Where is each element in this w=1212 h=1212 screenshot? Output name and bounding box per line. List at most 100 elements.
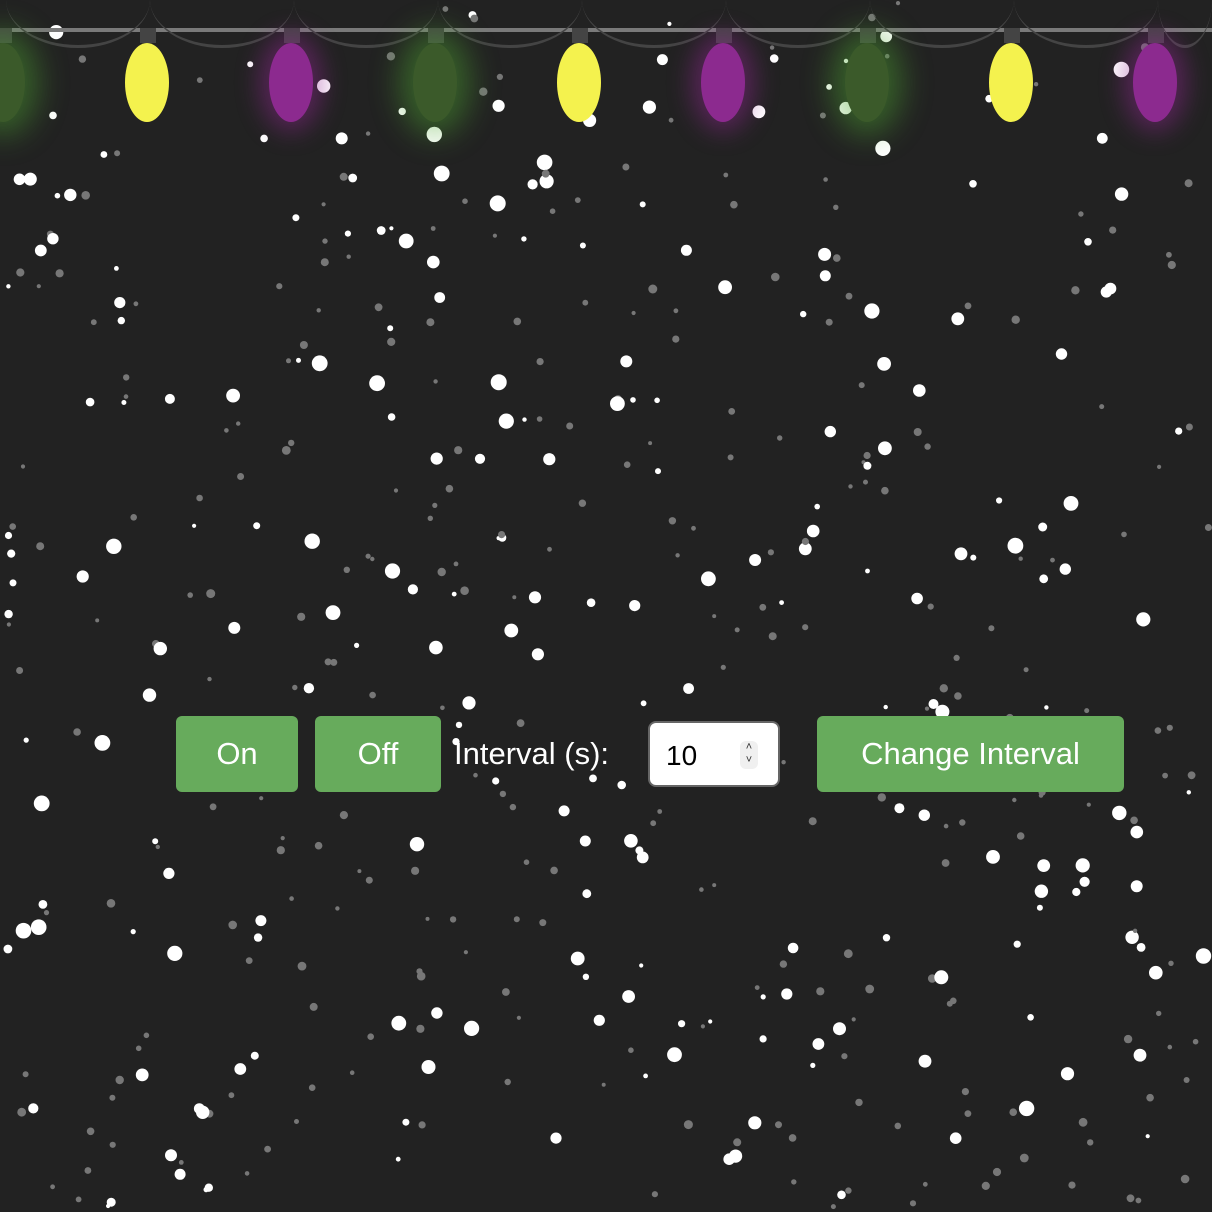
on-button[interactable]: On bbox=[176, 716, 298, 792]
snowflake bbox=[421, 1060, 436, 1074]
snowflake bbox=[913, 384, 926, 397]
snowflake bbox=[578, 499, 587, 507]
bulb bbox=[989, 43, 1033, 122]
snowflake bbox=[164, 393, 175, 404]
snowflake bbox=[4, 609, 13, 619]
snowflake bbox=[1079, 876, 1090, 887]
socket bbox=[140, 28, 156, 43]
snowflake bbox=[628, 1047, 634, 1053]
change-interval-button[interactable]: Change Interval bbox=[817, 716, 1124, 792]
snowflake bbox=[949, 1132, 962, 1144]
snowflake bbox=[779, 960, 788, 968]
snowflake bbox=[639, 963, 644, 968]
snowflake bbox=[1132, 928, 1138, 933]
snowflake bbox=[516, 1015, 522, 1020]
snowflake bbox=[730, 200, 738, 209]
snowflake bbox=[427, 515, 433, 521]
snowflake bbox=[15, 922, 32, 939]
snowflake bbox=[845, 1187, 852, 1194]
snowflake bbox=[1135, 1197, 1142, 1204]
snowflake bbox=[582, 973, 590, 980]
snowflake bbox=[818, 247, 832, 261]
interval-input[interactable]: 10 ˄ ˅ bbox=[648, 721, 780, 787]
snowflake bbox=[73, 728, 81, 736]
light-purple bbox=[1133, 28, 1177, 122]
snowflake bbox=[1145, 1134, 1150, 1139]
snowflake bbox=[769, 54, 779, 63]
snowflake bbox=[1123, 1034, 1133, 1044]
snowflake bbox=[384, 563, 401, 579]
snowflake bbox=[673, 308, 679, 314]
snowflake bbox=[454, 446, 463, 455]
snowflake bbox=[1036, 904, 1043, 911]
snowflake bbox=[622, 990, 635, 1003]
socket bbox=[428, 28, 444, 43]
snowflake bbox=[54, 192, 61, 199]
snowflake bbox=[81, 191, 90, 200]
snowflake bbox=[1078, 211, 1084, 217]
snowflake bbox=[833, 254, 841, 262]
snowflake bbox=[582, 889, 592, 899]
snowflake bbox=[624, 834, 638, 848]
snowflake bbox=[1166, 251, 1172, 258]
snowflake bbox=[941, 859, 950, 867]
socket bbox=[284, 28, 300, 43]
interval-spinner[interactable]: ˄ ˅ bbox=[740, 741, 758, 769]
light-purple bbox=[269, 28, 313, 122]
snowflake bbox=[855, 1098, 863, 1107]
snowflake bbox=[675, 553, 680, 558]
snowflake bbox=[123, 394, 129, 399]
snowflake bbox=[843, 949, 853, 959]
snowflake bbox=[463, 950, 468, 955]
snowflake bbox=[402, 1118, 410, 1126]
snowflake bbox=[801, 537, 810, 546]
snowflake bbox=[769, 45, 775, 50]
snowflake bbox=[877, 793, 886, 802]
snowflake bbox=[787, 942, 799, 954]
snowflake bbox=[1009, 1108, 1017, 1116]
snowflake bbox=[207, 676, 212, 682]
chevron-up-icon[interactable]: ˄ bbox=[740, 741, 758, 754]
snowflake bbox=[1195, 948, 1212, 964]
snowflake bbox=[865, 984, 875, 994]
snowflake bbox=[759, 1035, 767, 1043]
snowflake bbox=[64, 188, 77, 202]
snowflake bbox=[75, 1196, 82, 1203]
interval-label: Interval (s): bbox=[454, 736, 610, 771]
snowflake bbox=[943, 823, 949, 829]
light-green bbox=[845, 28, 889, 122]
snowflake bbox=[416, 1024, 425, 1033]
snowflake bbox=[376, 226, 386, 235]
snowflake bbox=[479, 87, 488, 96]
snowflake bbox=[78, 55, 87, 63]
snowflake bbox=[1084, 708, 1090, 714]
snowflake bbox=[308, 1084, 316, 1091]
snowflake bbox=[20, 464, 26, 469]
snowflake bbox=[142, 688, 157, 702]
snowflake bbox=[643, 1073, 648, 1079]
snowflake bbox=[1059, 563, 1072, 575]
snowflake bbox=[445, 484, 454, 493]
snowflake bbox=[1086, 802, 1091, 807]
snowflake bbox=[297, 612, 306, 621]
snowflake bbox=[250, 1051, 259, 1060]
snowflake bbox=[574, 197, 581, 204]
snowflake bbox=[894, 803, 905, 814]
snowflake bbox=[781, 988, 793, 1000]
snowflake bbox=[1154, 727, 1162, 734]
snowflake bbox=[260, 134, 268, 143]
off-button[interactable]: Off bbox=[315, 716, 441, 792]
snowflake bbox=[130, 514, 137, 521]
snowflake bbox=[1167, 260, 1176, 270]
snowflake bbox=[178, 1160, 184, 1165]
snowflake bbox=[1038, 793, 1044, 798]
snowflake bbox=[668, 517, 677, 525]
snowflake bbox=[418, 1121, 426, 1129]
chevron-down-icon[interactable]: ˅ bbox=[740, 754, 758, 767]
snowflake bbox=[152, 838, 159, 845]
snowflake bbox=[814, 503, 820, 510]
snowflake bbox=[296, 357, 301, 363]
snowflake bbox=[708, 1019, 713, 1024]
snowflake bbox=[432, 502, 438, 508]
snowflake bbox=[1130, 880, 1143, 893]
